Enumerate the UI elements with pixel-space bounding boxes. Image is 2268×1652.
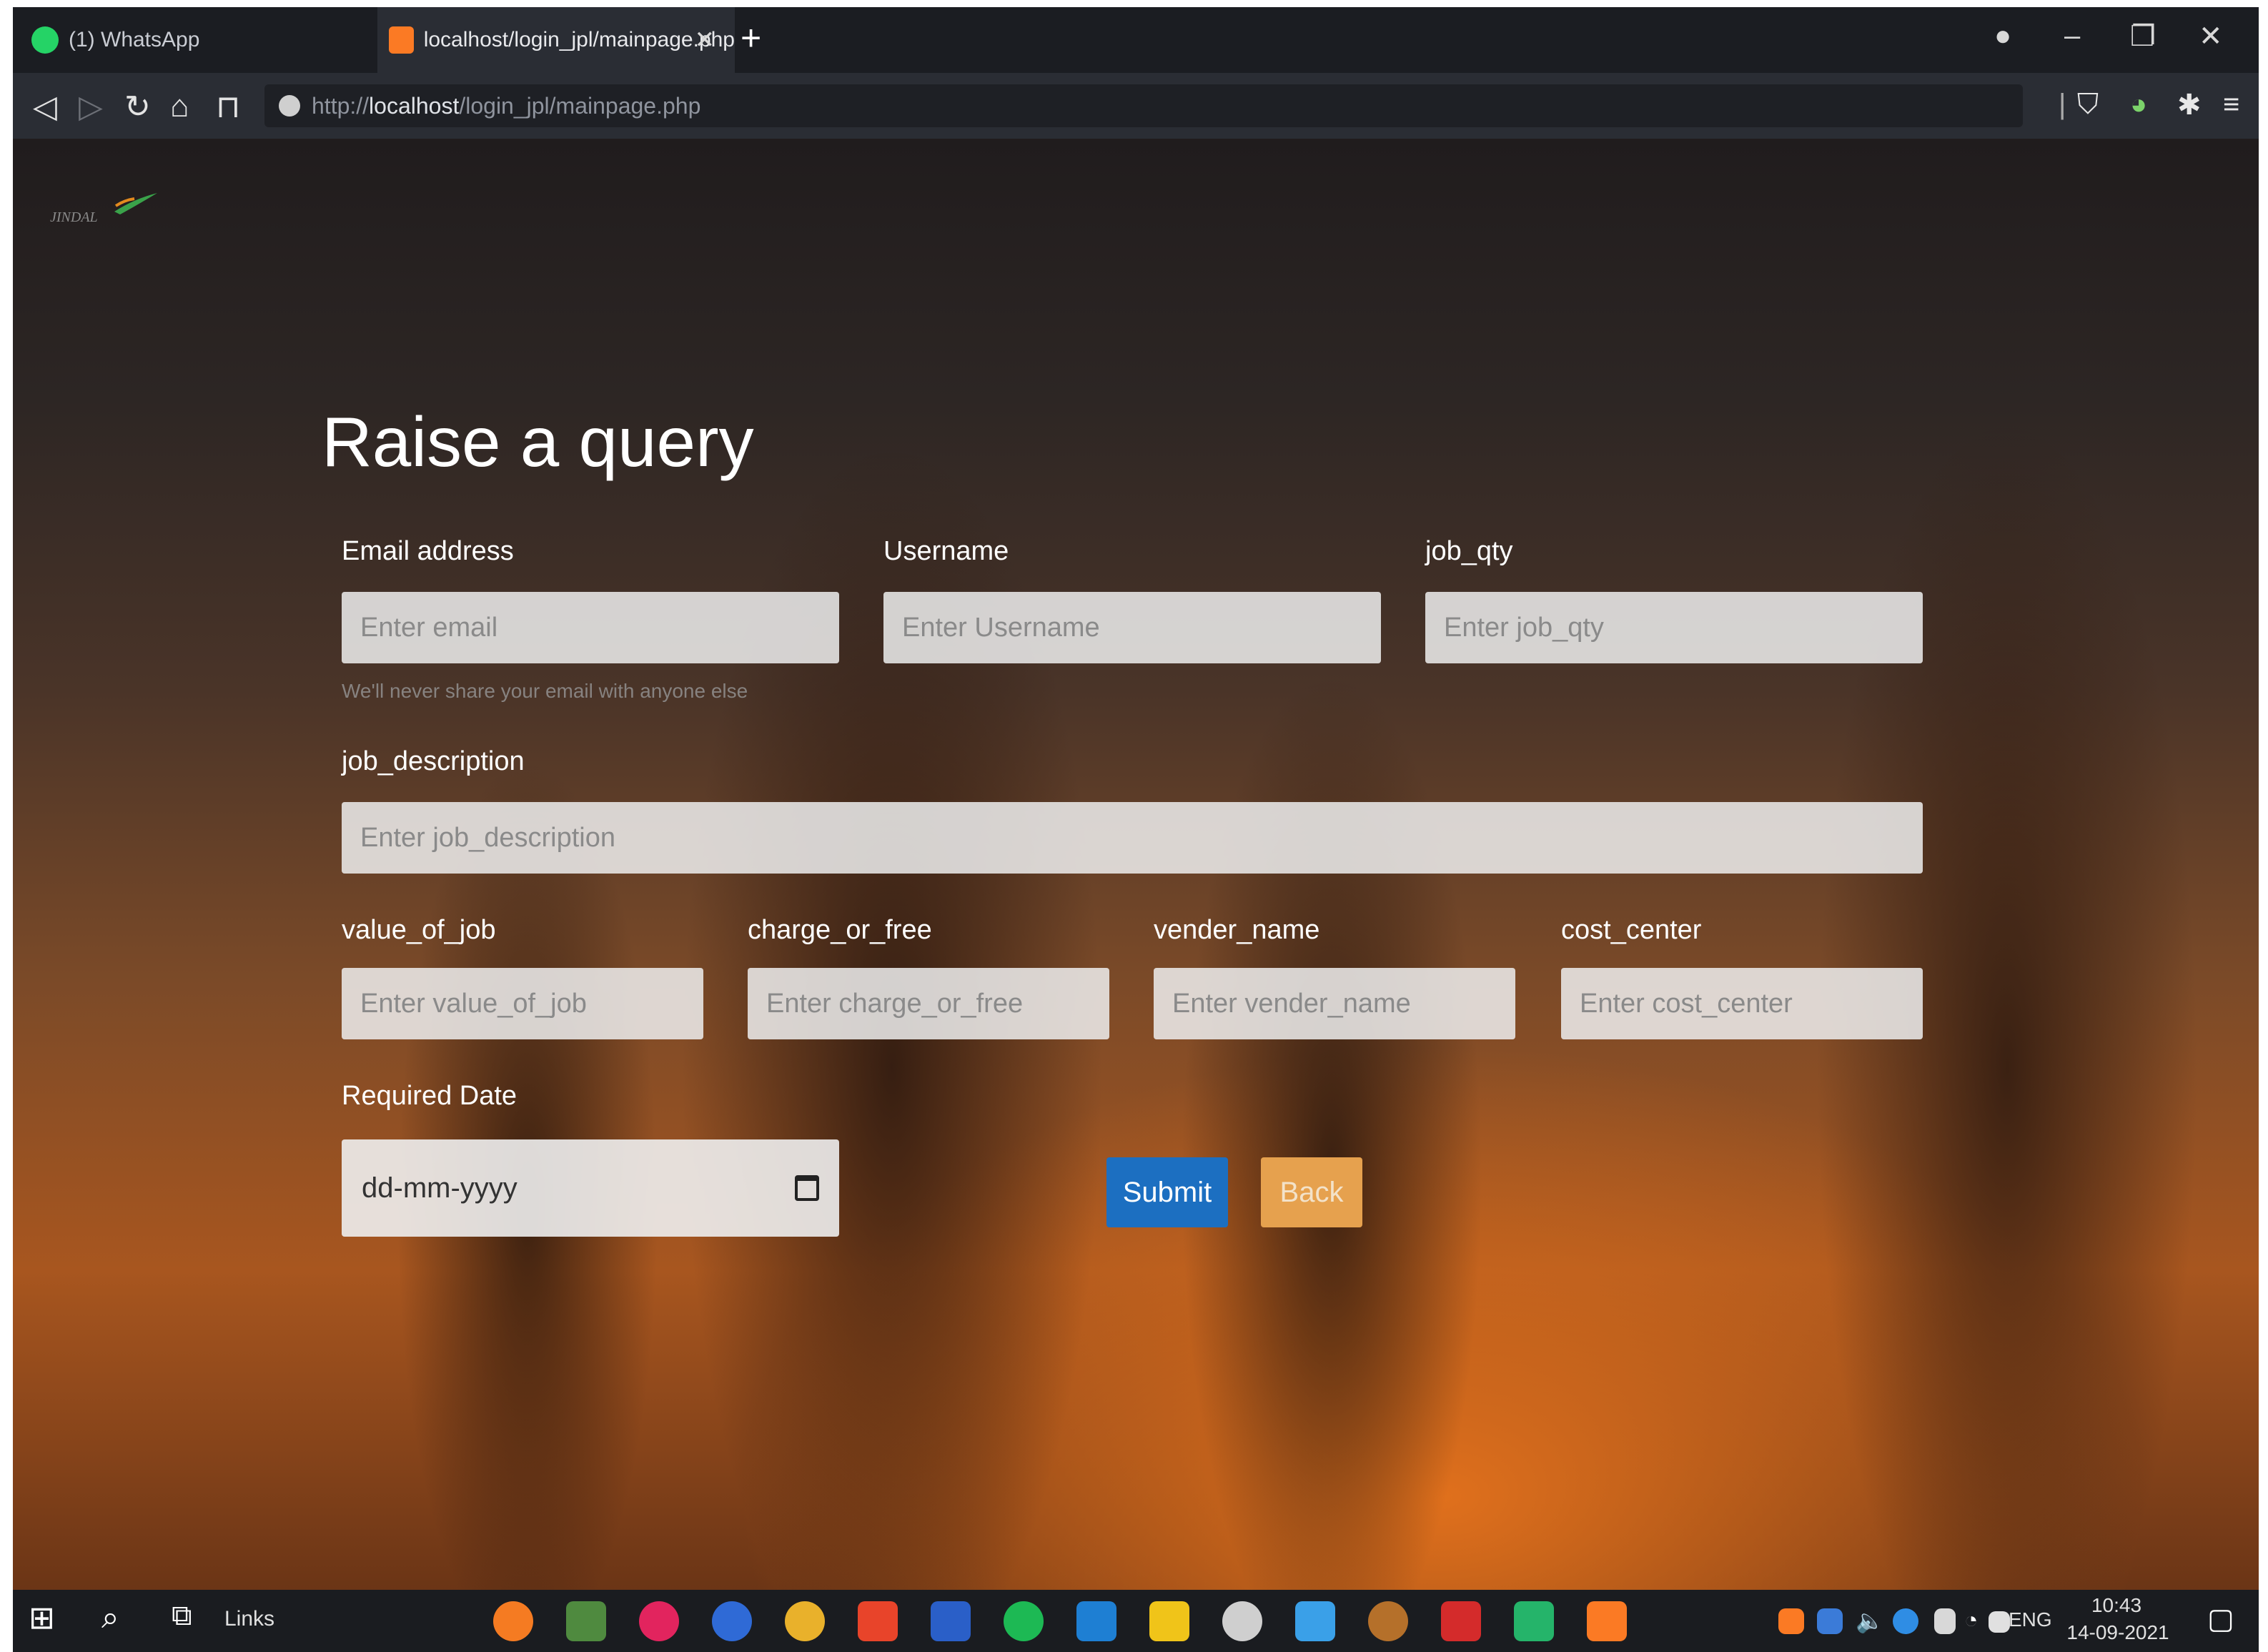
value-of-job-label: value_of_job: [342, 915, 496, 945]
job-description-label: job_description: [342, 746, 525, 776]
app-icon[interactable]: [931, 1601, 971, 1641]
value-of-job-field[interactable]: [342, 968, 703, 1039]
new-tab-button[interactable]: +: [741, 17, 761, 59]
tab-mainpage[interactable]: localhost/login_jpl/mainpage.php ✕: [377, 7, 735, 73]
email-label: Email address: [342, 536, 514, 566]
required-date-label: Required Date: [342, 1081, 518, 1111]
vscode-icon[interactable]: [1076, 1601, 1116, 1641]
xampp-icon[interactable]: [1587, 1601, 1627, 1641]
svg-text:JINDAL: JINDAL: [50, 209, 98, 225]
page-background: JINDAL Raise a query Email address We'll…: [13, 139, 2259, 1590]
required-date-field[interactable]: dd-mm-yyyy: [342, 1139, 839, 1237]
chrome-icon[interactable]: [785, 1601, 825, 1641]
close-tab-icon[interactable]: ✕: [695, 26, 715, 54]
email-help-text: We'll never share your email with anyone…: [342, 680, 748, 702]
app-icon[interactable]: [566, 1601, 606, 1641]
calendar-icon[interactable]: [795, 1175, 819, 1201]
job-description-field[interactable]: [342, 802, 1923, 874]
extension-icon[interactable]: ◕: [2130, 89, 2147, 121]
app-icon[interactable]: [1441, 1601, 1481, 1641]
browser-tab-bar: (1) WhatsApp localhost/login_jpl/mainpag…: [13, 7, 2259, 73]
word-icon[interactable]: [712, 1601, 752, 1641]
app-icon[interactable]: [1149, 1601, 1189, 1641]
home-icon[interactable]: ⌂: [170, 89, 189, 124]
links-toolbar[interactable]: Links: [224, 1607, 274, 1631]
back-button[interactable]: Back: [1261, 1157, 1362, 1227]
app-icon[interactable]: [1222, 1601, 1262, 1641]
brave-icon[interactable]: [858, 1601, 898, 1641]
browser-toolbar: ◁ ▷ ↻ ⌂ ⊓ http://localhost/login_jpl/mai…: [13, 73, 2259, 139]
tray-icon[interactable]: [1817, 1608, 1843, 1634]
divider: |: [2059, 89, 2066, 120]
tab-whatsapp[interactable]: (1) WhatsApp: [20, 7, 370, 73]
app-icon[interactable]: [1514, 1601, 1554, 1641]
bookmark-icon[interactable]: ⊓: [216, 89, 240, 125]
page-title: Raise a query: [322, 402, 754, 481]
task-view-icon[interactable]: ⧉: [172, 1600, 192, 1632]
tab-label: localhost/login_jpl/mainpage.php: [423, 28, 735, 51]
xampp-icon: [389, 26, 414, 54]
brave-rewards-icon[interactable]: ●: [1994, 20, 2011, 52]
tray-icon[interactable]: [1893, 1608, 1918, 1634]
back-nav-icon[interactable]: ◁: [33, 89, 57, 125]
job-qty-label: job_qty: [1425, 536, 1513, 566]
whatsapp-icon: [31, 26, 59, 54]
menu-icon[interactable]: ≡: [2223, 89, 2239, 121]
url-text: http://localhost/login_jpl/mainpage.php: [312, 92, 701, 119]
screen: (1) WhatsApp localhost/login_jpl/mainpag…: [13, 7, 2259, 1652]
charge-or-free-field[interactable]: [748, 968, 1109, 1039]
app-icon[interactable]: [1368, 1601, 1408, 1641]
firefox-icon[interactable]: [493, 1601, 533, 1641]
windows-start-icon[interactable]: ⊞: [29, 1600, 55, 1636]
cost-center-field[interactable]: [1561, 968, 1923, 1039]
restore-icon[interactable]: ❐: [2130, 20, 2156, 53]
cost-center-label: cost_center: [1561, 915, 1702, 945]
minimize-icon[interactable]: –: [2064, 20, 2080, 52]
vender-name-label: vender_name: [1154, 915, 1320, 945]
email-field[interactable]: [342, 592, 839, 663]
jindal-logo: JINDAL: [50, 193, 157, 225]
tab-label: (1) WhatsApp: [69, 28, 200, 51]
clock-time[interactable]: 10:43: [2077, 1594, 2156, 1617]
reload-icon[interactable]: ↻: [124, 89, 151, 125]
extensions-puzzle-icon[interactable]: ✱: [2177, 89, 2202, 122]
clock-date[interactable]: 14-09-2021: [2057, 1621, 2179, 1644]
language-indicator[interactable]: ENG: [2009, 1608, 2052, 1631]
search-icon[interactable]: ⌕: [101, 1600, 119, 1636]
address-bar[interactable]: http://localhost/login_jpl/mainpage.php: [264, 84, 2023, 127]
spotify-icon[interactable]: [1004, 1601, 1044, 1641]
tray-icon[interactable]: [1989, 1611, 2010, 1633]
date-placeholder: dd-mm-yyyy: [362, 1172, 518, 1204]
submit-button[interactable]: Submit: [1106, 1157, 1228, 1227]
app-icon[interactable]: [1295, 1601, 1335, 1641]
vender-name-field[interactable]: [1154, 968, 1515, 1039]
brave-shield-icon[interactable]: ⛉: [2077, 89, 2099, 121]
tray-icon[interactable]: [1778, 1608, 1804, 1634]
app-icon[interactable]: [639, 1601, 679, 1641]
close-window-icon[interactable]: ✕: [2199, 20, 2223, 53]
forward-nav-icon[interactable]: ▷: [79, 89, 103, 125]
tray-icon[interactable]: [1934, 1608, 1956, 1634]
username-field[interactable]: [883, 592, 1381, 663]
charge-or-free-label: charge_or_free: [748, 915, 932, 945]
username-label: Username: [883, 536, 1009, 566]
volume-icon[interactable]: 🔈: [1856, 1607, 1884, 1634]
wifi-icon[interactable]: ◔: [1964, 1607, 1978, 1633]
windows-taskbar: ⊞ ⌕ ⧉ Links 🔈 ◔ ENG 10:43 14-09-2021 ▢: [13, 1590, 2259, 1652]
notifications-icon[interactable]: ▢: [2207, 1603, 2234, 1636]
job-qty-field[interactable]: [1425, 592, 1923, 663]
site-info-icon[interactable]: [279, 95, 300, 117]
